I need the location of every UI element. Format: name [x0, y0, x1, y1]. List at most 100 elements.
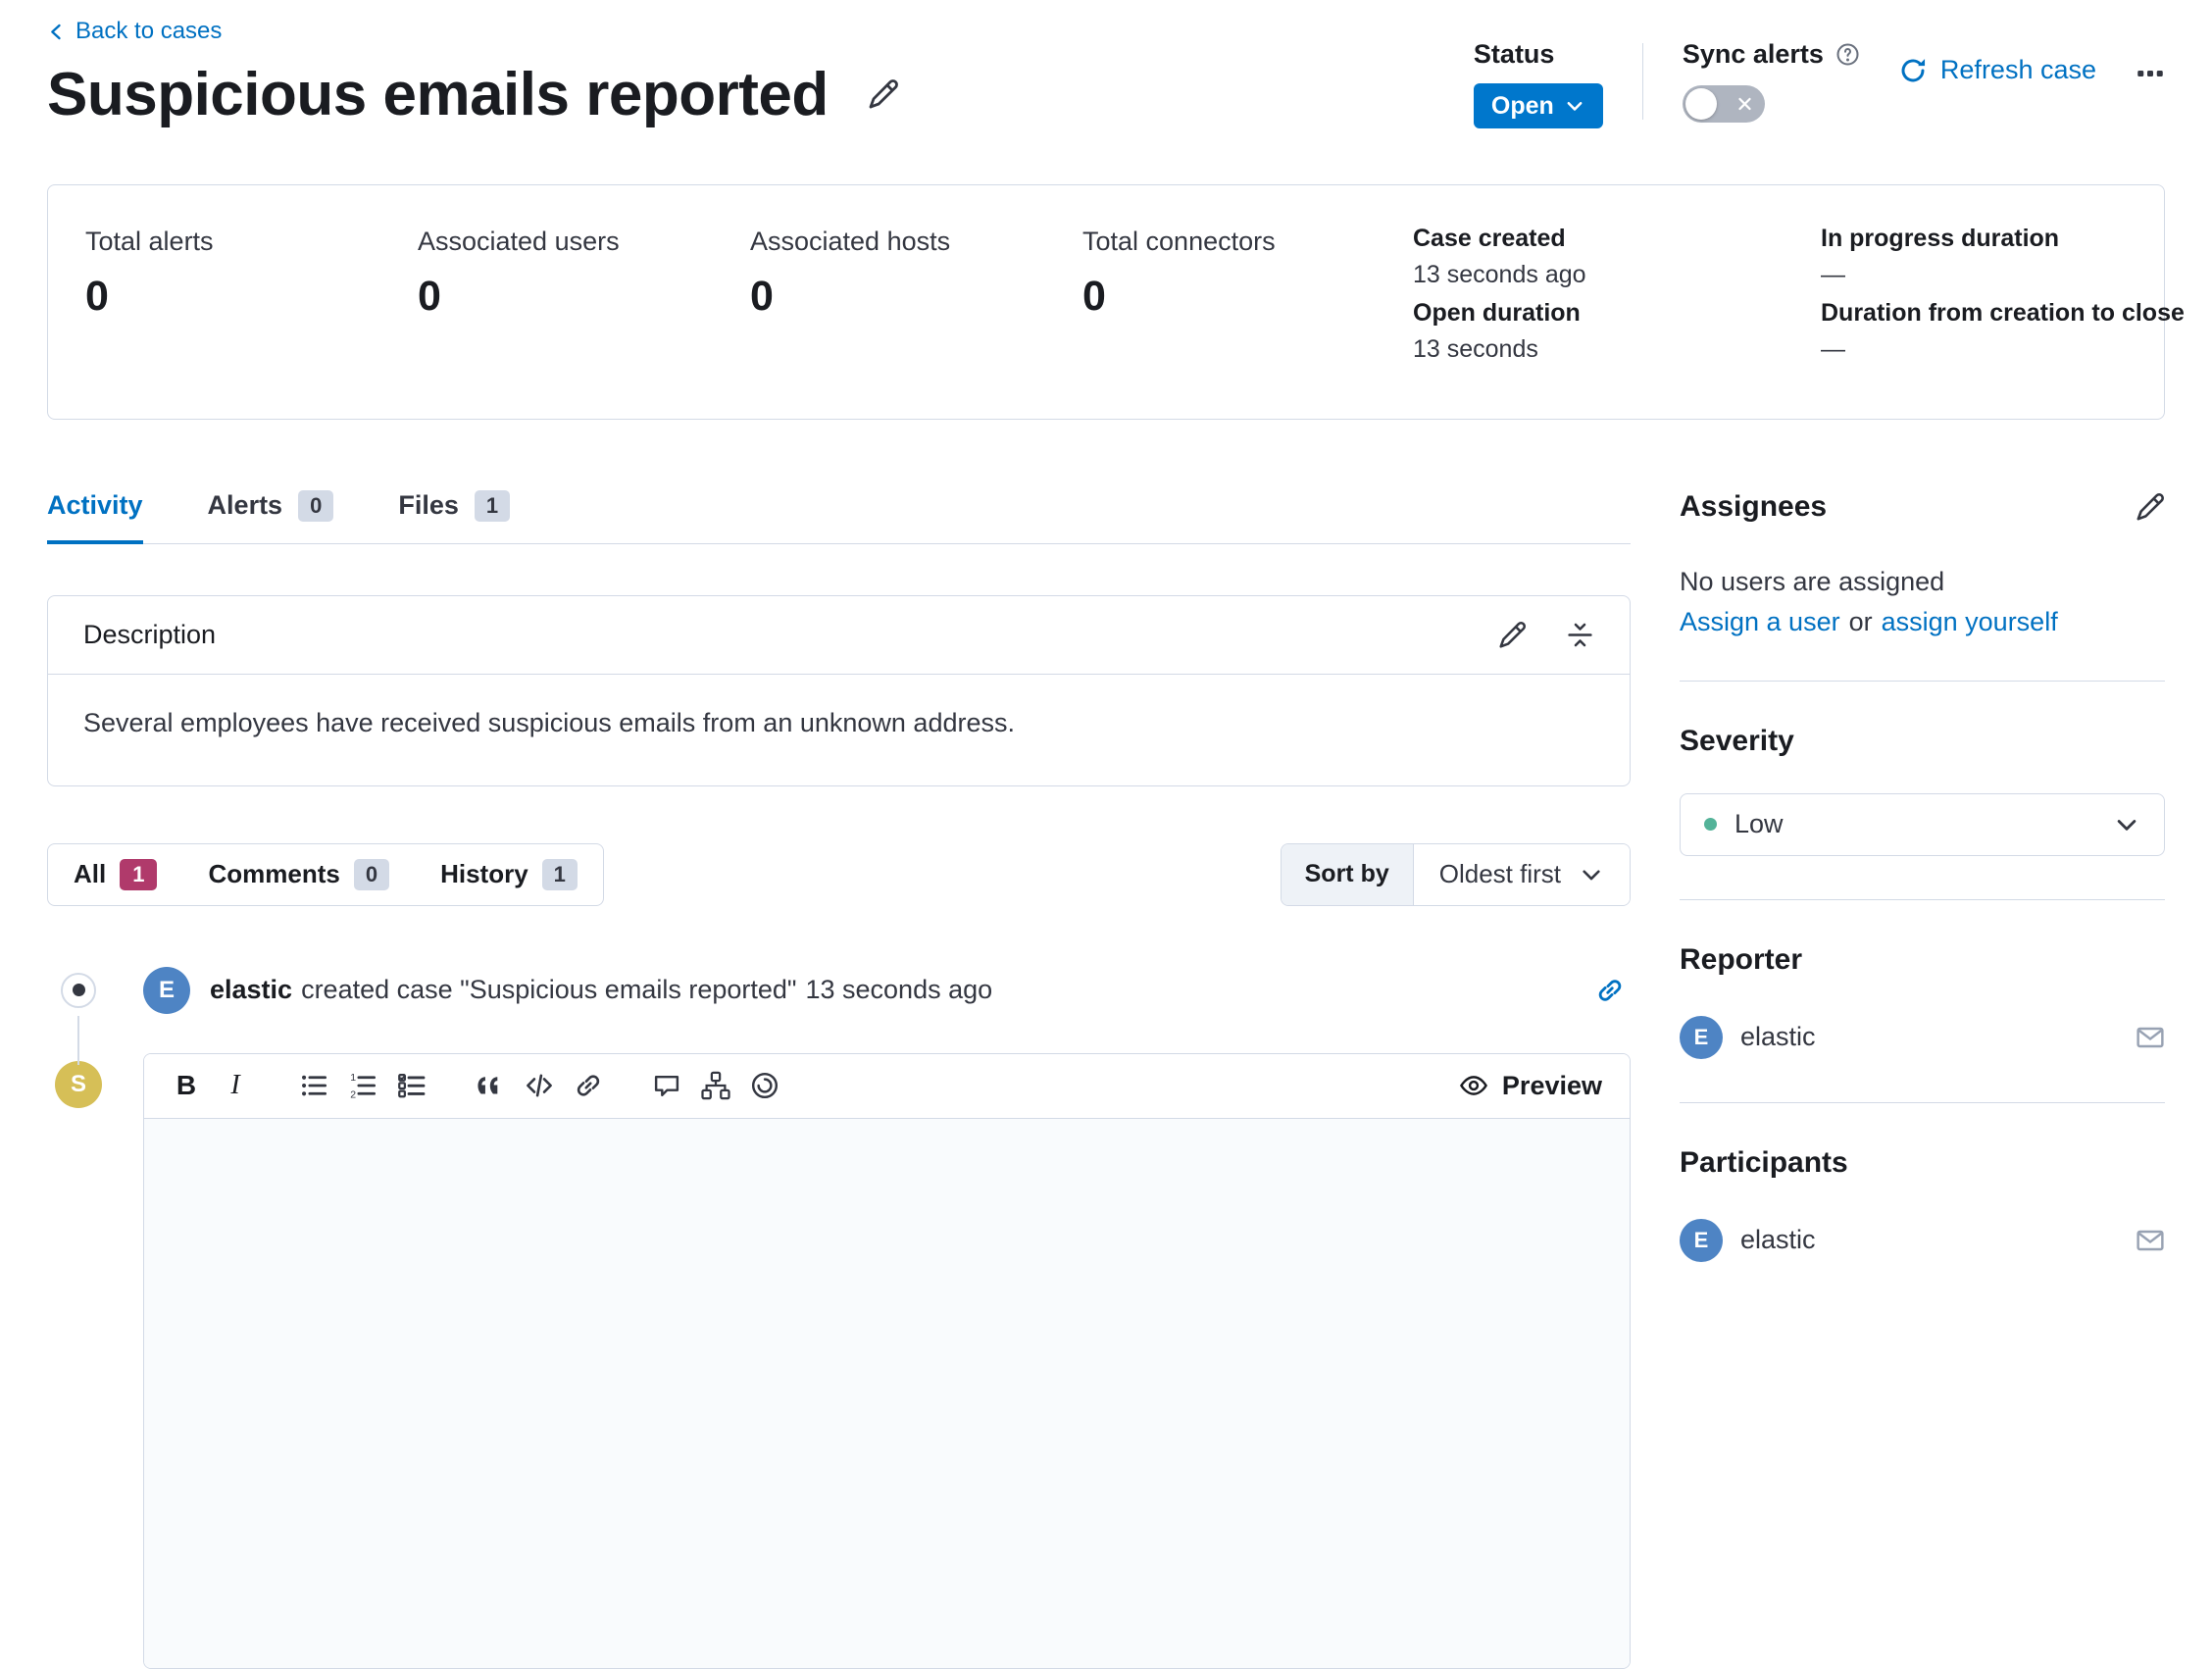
timeline-button[interactable] [691, 1062, 740, 1109]
avatar: E [1680, 1016, 1723, 1059]
back-to-cases-label: Back to cases [75, 18, 222, 45]
metric-associated-users: Associated users 0 [418, 227, 750, 419]
status-group: Status Open [1474, 39, 1603, 128]
assignees-title: Assignees [1680, 490, 1827, 524]
status-dropdown-button[interactable]: Open [1474, 83, 1603, 128]
no-assignees-text: No users are assigned [1680, 567, 2165, 597]
participants-section: Participants E elastic [1680, 1146, 2165, 1262]
participant-user-row: E elastic [1680, 1219, 2165, 1262]
edit-assignees-pencil-icon[interactable] [2136, 492, 2165, 522]
history-count-badge: 1 [542, 859, 578, 890]
bold-button[interactable]: B [162, 1062, 211, 1109]
markdown-editor: B I 12 [143, 1053, 1631, 1669]
collapse-description-icon[interactable] [1566, 621, 1594, 649]
avatar: E [1680, 1219, 1723, 1262]
assign-a-user-link[interactable]: Assign a user [1680, 607, 1840, 637]
sync-alerts-toggle[interactable] [1683, 85, 1765, 123]
participant-username: elastic [1740, 1225, 1816, 1255]
metric-associated-hosts: Associated hosts 0 [750, 227, 1082, 419]
envelope-icon[interactable] [2136, 1226, 2165, 1255]
case-sidebar: Assignees No users are assigned Assign a… [1680, 490, 2165, 1669]
sort-by-label: Sort by [1282, 844, 1414, 905]
filter-history[interactable]: History 1 [415, 844, 603, 905]
svg-text:2: 2 [350, 1089, 356, 1101]
tab-activity[interactable]: Activity [47, 490, 143, 543]
severity-value: Low [1734, 809, 1784, 839]
timeline-connector [77, 1016, 79, 1065]
sort-group: Sort by Oldest first [1281, 843, 1631, 906]
activity-filter-group: All 1 Comments 0 History 1 [47, 843, 604, 906]
ordered-list-button[interactable]: 12 [338, 1062, 387, 1109]
event-username: elastic [210, 975, 292, 1005]
comment-button[interactable] [642, 1062, 691, 1109]
activity-thread: E elastic created case "Suspicious email… [47, 967, 1631, 1669]
link-button[interactable] [564, 1062, 613, 1109]
reporter-username: elastic [1740, 1022, 1816, 1052]
timeline-dot-icon [61, 973, 96, 1008]
case-stats-panel: Total alerts 0 Associated users 0 Associ… [47, 184, 2165, 420]
comment-textarea[interactable] [144, 1119, 1630, 1668]
assign-yourself-link[interactable]: assign yourself [1882, 607, 2058, 637]
toggle-off-x-icon [1737, 97, 1752, 112]
case-view-page: Status Open Sync alerts [0, 0, 2212, 1669]
sidebar-divider [1680, 899, 2165, 900]
case-timing-created: Case created 13 seconds ago Open duratio… [1413, 225, 1586, 364]
unordered-list-button[interactable] [289, 1062, 338, 1109]
refresh-case-button[interactable]: Refresh case [1899, 55, 2096, 85]
sync-alerts-group: Sync alerts [1683, 39, 1860, 123]
page-title: Suspicious emails reported [47, 60, 829, 129]
assignees-section: Assignees No users are assigned Assign a… [1680, 490, 2165, 637]
reporter-user-row: E elastic [1680, 1016, 2165, 1059]
or-text: or [1849, 607, 1873, 637]
refresh-label: Refresh case [1940, 55, 2096, 85]
permalink-icon[interactable] [1595, 976, 1625, 1005]
files-count-badge: 1 [475, 490, 510, 522]
reporter-title: Reporter [1680, 943, 2165, 977]
back-to-cases-link[interactable]: Back to cases [47, 18, 222, 45]
reporter-section: Reporter E elastic [1680, 943, 2165, 1059]
italic-button[interactable]: I [211, 1062, 260, 1109]
filter-all[interactable]: All 1 [48, 844, 182, 905]
description-body: Several employees have received suspicio… [48, 675, 1630, 785]
alerts-count-badge: 0 [298, 490, 333, 522]
metric-total-connectors: Total connectors 0 [1082, 227, 1415, 419]
comments-count-badge: 0 [354, 859, 389, 890]
status-value: Open [1491, 92, 1554, 121]
envelope-icon[interactable] [2136, 1023, 2165, 1052]
chevron-down-icon [2113, 811, 2140, 838]
chevron-down-icon [1564, 95, 1585, 117]
avatar: S [55, 1061, 102, 1108]
refresh-icon [1899, 57, 1927, 84]
chevron-left-icon [47, 23, 66, 41]
toggle-knob [1685, 88, 1717, 120]
severity-select[interactable]: Low [1680, 793, 2165, 856]
severity-section: Severity Low [1680, 725, 2165, 856]
visualization-button[interactable] [740, 1062, 789, 1109]
preview-button[interactable]: Preview [1459, 1071, 1612, 1101]
quote-button[interactable] [466, 1062, 515, 1109]
filter-comments[interactable]: Comments 0 [182, 844, 415, 905]
task-list-button[interactable] [387, 1062, 436, 1109]
edit-description-pencil-icon[interactable] [1498, 621, 1527, 649]
severity-low-dot-icon [1704, 818, 1717, 831]
case-actions-ellipsis-button[interactable] [2136, 59, 2165, 88]
severity-title: Severity [1680, 725, 2165, 758]
header-divider [1642, 43, 1643, 120]
edit-title-pencil-icon[interactable] [868, 78, 899, 110]
code-button[interactable] [515, 1062, 564, 1109]
all-count-badge: 1 [120, 859, 157, 890]
case-timing-durations: In progress duration — Duration from cre… [1821, 225, 2185, 364]
help-icon[interactable] [1835, 42, 1860, 67]
avatar: E [143, 967, 190, 1014]
tab-alerts[interactable]: Alerts 0 [208, 490, 334, 543]
sidebar-divider [1680, 1102, 2165, 1103]
status-label: Status [1474, 39, 1603, 70]
case-created-event: E elastic created case "Suspicious email… [47, 967, 1631, 1014]
description-panel: Description Several employees have recei… [47, 595, 1631, 786]
event-timestamp: 13 seconds ago [805, 975, 992, 1005]
tab-files[interactable]: Files 1 [398, 490, 510, 543]
case-tabs: Activity Alerts 0 Files 1 [47, 490, 1631, 544]
sort-order-dropdown[interactable]: Oldest first [1414, 844, 1630, 905]
participants-title: Participants [1680, 1146, 2165, 1180]
description-title: Description [83, 620, 1498, 650]
